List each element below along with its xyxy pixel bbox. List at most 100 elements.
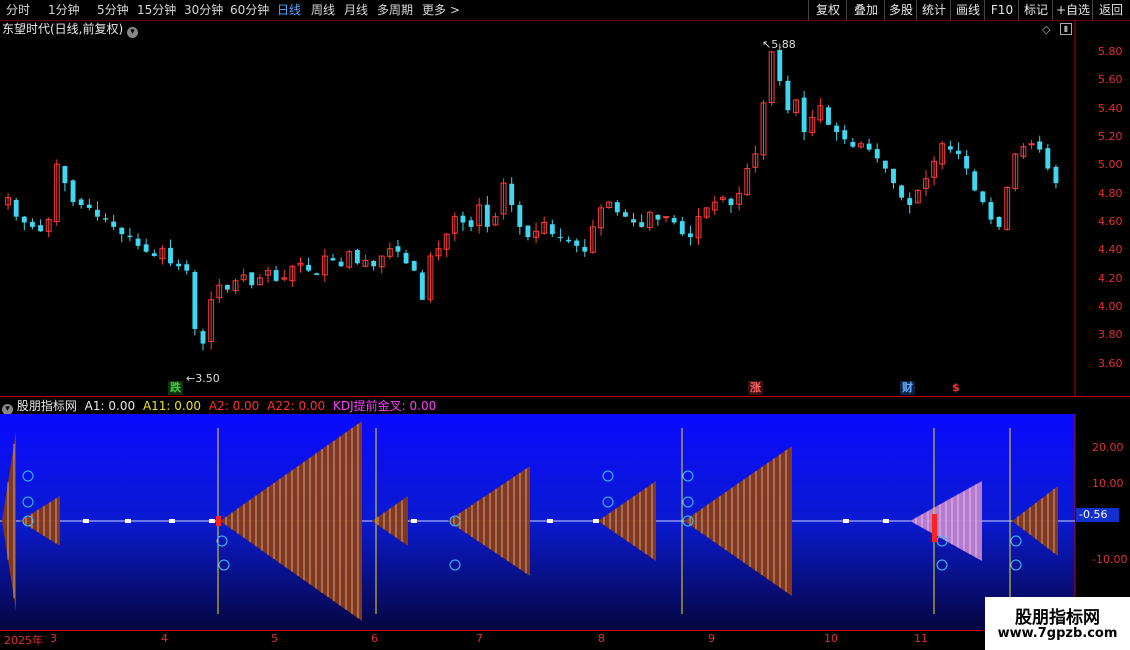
candle-body [395,246,401,252]
indicator-field-a22: A22: 0.00 [267,399,326,413]
candle-body [1037,141,1043,150]
candle-body [582,246,588,252]
period-tab-fenshi[interactable]: 分时 [6,2,30,18]
flat-marker [843,519,849,523]
period-tab-60min[interactable]: 60分钟 [230,2,269,18]
candle-body [972,171,978,191]
multi-stock-button[interactable]: 多股 [884,0,917,20]
x-axis-label: 4 [161,632,168,645]
candle-body [655,215,661,220]
candle-body [168,247,173,264]
period-tab-15min[interactable]: 15分钟 [137,2,176,18]
fall-marker[interactable]: 跌 [168,381,183,395]
indicator-field-kdj: KDJ提前金叉: 0.00 [333,399,437,413]
candle-body [176,263,182,267]
candle-body [947,146,953,150]
candle-body [517,204,523,227]
overlay-button[interactable]: 叠加 [846,0,885,20]
candle-body [29,221,35,227]
period-tab-monthly[interactable]: 月线 [344,2,368,18]
statistics-button[interactable]: 统计 [916,0,951,20]
candle-body [111,221,117,227]
candle-body [631,219,636,223]
candle-body [411,261,417,271]
candlestick-chart[interactable] [0,20,1130,397]
finance-marker[interactable]: 财 [900,381,915,395]
candle-body [866,143,872,150]
candle-body [371,260,377,267]
period-tab-daily[interactable]: 日线 [277,2,301,18]
period-tab-1min[interactable]: 1分钟 [48,2,80,18]
period-tab-5min[interactable]: 5分钟 [97,2,129,18]
candle-body [549,224,555,235]
candle-body [525,225,531,238]
candle-body [728,198,734,205]
candle-body [566,239,571,242]
flat-marker [209,519,215,523]
candle-body [557,236,563,238]
candle-body [127,235,133,238]
flat-marker [125,519,131,523]
x-axis-label: 9 [708,632,715,645]
y-tick-label: 5.20 [1098,130,1123,143]
draw-line-button[interactable]: 画线 [950,0,985,20]
period-tab-weekly[interactable]: 周线 [311,2,335,18]
indicator-y-tick: 20.00 [1092,441,1124,454]
red-bar [216,516,221,526]
mark-button[interactable]: 标记 [1018,0,1053,20]
candle-body [663,216,669,219]
candle-body [249,272,255,286]
x-axis-label: 7 [476,632,483,645]
candle-body [192,272,198,329]
y-tick-label: 4.20 [1098,272,1123,285]
candle-body [135,238,141,246]
y-tick-label: 5.40 [1098,102,1123,115]
dollar-marker[interactable]: $ [950,381,962,395]
top-toolbar: 分时 1分钟 5分钟 15分钟 30分钟 60分钟 日线 周线 月线 多周期 更… [0,0,1130,21]
period-tab-more[interactable]: 更多 > [422,2,460,18]
rise-marker[interactable]: 涨 [748,381,763,395]
candle-body [143,244,149,252]
candle-body [78,199,84,205]
fuquan-button[interactable]: 复权 [808,0,847,20]
candle-body [907,198,913,205]
candle-body [94,209,100,217]
candle-body [826,107,831,125]
candle-body [834,125,840,133]
candle-body [460,215,466,223]
candle-body [314,273,320,275]
red-bar [932,514,937,542]
add-watchlist-button[interactable]: +自选 [1052,0,1093,20]
flat-marker [83,519,89,523]
candle-body [484,204,490,227]
candle-body [574,240,580,246]
candle-body [403,253,409,264]
candle-body [151,253,157,257]
candle-body [306,264,312,271]
y-tick-label: 5.00 [1098,158,1123,171]
indicator-y-tick: -10.00 [1092,553,1128,566]
candle-body [509,183,515,205]
f10-button[interactable]: F10 [984,0,1019,20]
indicator-field-a2: A2: 0.00 [208,399,260,413]
x-axis-label: 5 [271,632,278,645]
indicator-chart[interactable] [0,414,1130,630]
back-button[interactable]: 返回 [1092,0,1129,20]
indicator-name: 股朋指标网 [16,399,77,413]
candle-body [842,130,848,140]
period-tab-multi[interactable]: 多周期 [377,2,413,18]
indicator-title-row: ▾ 股朋指标网 A1: 0.00 A11: 0.00 A2: 0.00 A22:… [2,398,436,415]
period-tab-30min[interactable]: 30分钟 [184,2,223,18]
x-axis-label: 6 [371,632,378,645]
x-axis-label: 8 [598,632,605,645]
flat-marker [547,519,553,523]
candle-body [330,258,336,261]
flat-marker [411,519,417,523]
candle-body [964,156,970,169]
candle-body [21,216,27,223]
watermark-logo: 股朋指标网 www.7gpzb.com [985,597,1130,650]
x-axis-label: 11 [914,632,928,645]
candle-body [1045,148,1051,169]
candle-body [614,202,620,213]
current-value-badge: -0.56 [1076,508,1119,522]
